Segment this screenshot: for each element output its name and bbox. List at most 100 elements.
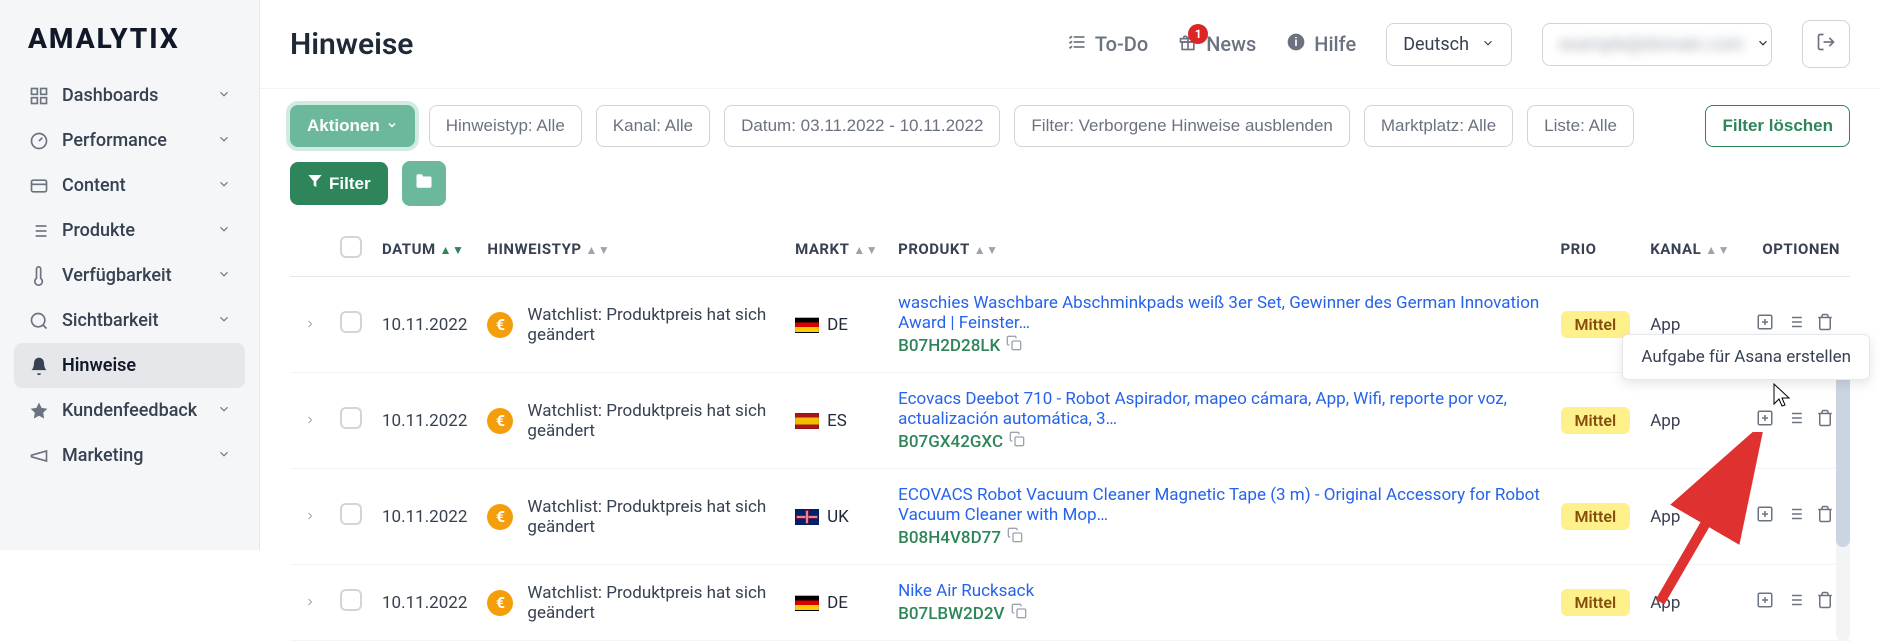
add-task-button[interactable]	[1756, 409, 1774, 427]
row-type: €Watchlist: Produktpreis hat sich geände…	[477, 277, 785, 373]
topbar: Hinweise To-Do 1 News i Hilfe	[260, 0, 1880, 89]
logout-button[interactable]	[1802, 20, 1850, 68]
clear-filter-button[interactable]: Filter löschen	[1705, 105, 1850, 147]
list-icon	[28, 221, 50, 241]
col-market[interactable]: MARKT▲▼	[785, 222, 888, 277]
product-link[interactable]: Ecovacs Deebot 710 - Robot Aspirador, ma…	[898, 389, 1507, 429]
sidebar-item-label: Verfügbarkeit	[62, 265, 172, 286]
col-type[interactable]: HINWEISTYP▲▼	[477, 222, 785, 277]
expand-row[interactable]	[290, 469, 330, 565]
row-options	[1740, 565, 1850, 641]
sidebar-item-label: Kundenfeedback	[62, 400, 197, 421]
delete-button[interactable]	[1816, 505, 1834, 523]
euro-icon: €	[487, 408, 513, 434]
scrollbar[interactable]	[1836, 367, 1850, 641]
col-date[interactable]: DATUM▲▼	[372, 222, 477, 277]
user-email: example@domain.com	[1559, 34, 1744, 55]
todo-link[interactable]: To-Do	[1067, 32, 1148, 57]
list-button[interactable]	[1786, 505, 1804, 523]
filter-hidden[interactable]: Filter: Verborgene Hinweise ausblenden	[1014, 105, 1349, 147]
product-link[interactable]: Nike Air Rucksack	[898, 581, 1034, 601]
chevron-down-icon	[217, 265, 231, 286]
table-row: 10.11.2022€Watchlist: Produktpreis hat s…	[290, 565, 1850, 641]
svg-text:i: i	[1295, 36, 1298, 49]
sidebar-item-marketing[interactable]: Marketing	[14, 433, 245, 478]
expand-row[interactable]	[290, 565, 330, 641]
language-select[interactable]: Deutsch	[1386, 23, 1512, 66]
filter-channel[interactable]: Kanal: Alle	[596, 105, 710, 147]
prio-badge: Mittel	[1561, 589, 1631, 616]
row-product: Nike Air RucksackB07LBW2D2V	[888, 565, 1550, 641]
col-channel[interactable]: KANAL▲▼	[1640, 222, 1740, 277]
news-link[interactable]: 1 News	[1178, 32, 1256, 57]
user-select[interactable]: example@domain.com	[1542, 23, 1772, 66]
filter-date[interactable]: Datum: 03.11.2022 - 10.11.2022	[724, 105, 1000, 147]
sidebar-item-hinweise[interactable]: Hinweise	[14, 343, 245, 388]
apply-filter-button[interactable]: Filter	[290, 162, 388, 205]
sidebar-item-content[interactable]: Content	[14, 163, 245, 208]
list-button[interactable]	[1786, 591, 1804, 609]
filter-list[interactable]: Liste: Alle	[1527, 105, 1634, 147]
add-task-button[interactable]	[1756, 313, 1774, 331]
product-asin[interactable]: B07H2D28LK	[898, 335, 1022, 356]
row-market: DE	[785, 565, 888, 641]
flag-uk-icon	[795, 509, 819, 525]
sidebar-item-label: Hinweise	[62, 355, 136, 376]
product-link[interactable]: ECOVACS Robot Vacuum Cleaner Magnetic Ta…	[898, 485, 1540, 525]
list-button[interactable]	[1786, 409, 1804, 427]
copy-icon[interactable]	[1006, 335, 1022, 356]
sidebar-item-kundenfeedback[interactable]: Kundenfeedback	[14, 388, 245, 433]
table-row: 10.11.2022€Watchlist: Produktpreis hat s…	[290, 277, 1850, 373]
row-type: €Watchlist: Produktpreis hat sich geände…	[477, 469, 785, 565]
row-checkbox[interactable]	[340, 311, 362, 333]
logout-icon	[1816, 32, 1836, 56]
chevron-down-icon	[1481, 34, 1495, 55]
delete-button[interactable]	[1816, 313, 1834, 331]
col-product[interactable]: PRODUKT▲▼	[888, 222, 1550, 277]
delete-button[interactable]	[1816, 409, 1834, 427]
expand-row[interactable]	[290, 373, 330, 469]
sidebar-item-dashboards[interactable]: Dashboards	[14, 73, 245, 118]
expand-row[interactable]	[290, 277, 330, 373]
row-product: Ecovacs Deebot 710 - Robot Aspirador, ma…	[888, 373, 1550, 469]
filter-hint-type[interactable]: Hinweistyp: Alle	[429, 105, 582, 147]
content-icon	[28, 176, 50, 196]
filter-label: Filter	[329, 174, 371, 194]
copy-icon[interactable]	[1007, 527, 1023, 548]
help-link[interactable]: i Hilfe	[1286, 32, 1356, 57]
sidebar-item-performance[interactable]: Performance	[14, 118, 245, 163]
list-button[interactable]	[1786, 313, 1804, 331]
row-type: €Watchlist: Produktpreis hat sich geände…	[477, 373, 785, 469]
language-value: Deutsch	[1403, 34, 1469, 55]
row-checkbox[interactable]	[340, 407, 362, 429]
copy-icon[interactable]	[1009, 431, 1025, 452]
select-all-checkbox[interactable]	[340, 236, 362, 258]
add-task-button[interactable]	[1756, 505, 1774, 523]
sidebar-item-produkte[interactable]: Produkte	[14, 208, 245, 253]
filter-marketplace[interactable]: Marktplatz: Alle	[1364, 105, 1513, 147]
sidebar-item-label: Produkte	[62, 220, 135, 241]
scrollbar-thumb[interactable]	[1836, 367, 1850, 547]
col-options: OPTIONEN	[1740, 222, 1850, 277]
product-asin[interactable]: B08H4V8D77	[898, 527, 1023, 548]
news-count-badge: 1	[1188, 24, 1208, 44]
sidebar-item-verfügbarkeit[interactable]: Verfügbarkeit	[14, 253, 245, 298]
row-prio: Mittel	[1551, 565, 1641, 641]
product-asin[interactable]: B07LBW2D2V	[898, 603, 1026, 624]
sidebar-item-sichtbarkeit[interactable]: Sichtbarkeit	[14, 298, 245, 343]
row-checkbox[interactable]	[340, 503, 362, 525]
folder-button[interactable]	[402, 161, 446, 206]
prio-badge: Mittel	[1561, 311, 1631, 338]
add-task-button[interactable]	[1756, 591, 1774, 609]
chevron-down-icon	[217, 130, 231, 151]
product-link[interactable]: waschies Waschbare Abschminkpads weiß 3e…	[898, 293, 1539, 333]
actions-button[interactable]: Aktionen	[290, 105, 415, 147]
product-asin[interactable]: B07GX42GXC	[898, 431, 1025, 452]
marketing-icon	[28, 446, 50, 466]
table-wrap: DATUM▲▼ HINWEISTYP▲▼ MARKT▲▼ PRODUKT▲▼ P…	[260, 222, 1880, 641]
filter-bar: Aktionen Hinweistyp: Alle Kanal: Alle Da…	[260, 89, 1880, 222]
row-checkbox[interactable]	[340, 589, 362, 611]
copy-icon[interactable]	[1011, 603, 1027, 624]
actions-label: Aktionen	[307, 116, 380, 136]
delete-button[interactable]	[1816, 591, 1834, 609]
